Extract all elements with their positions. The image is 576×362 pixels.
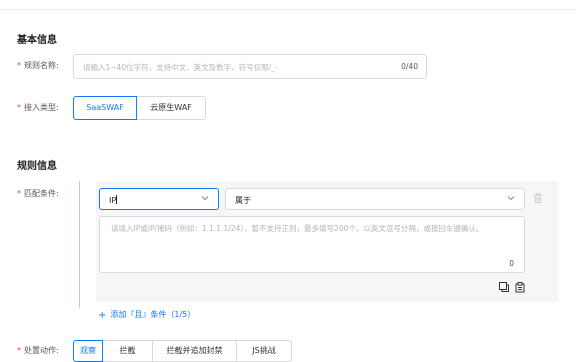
action-js-challenge-button[interactable]: JS挑战	[236, 340, 292, 362]
ip-list-placeholder: 请填入IP或IP/掩码（例如：1.1.1.1/24），暂不支持正则，最多填写20…	[111, 224, 484, 233]
chevron-down-icon	[507, 196, 515, 201]
section-title-rule-info: 规则信息	[17, 161, 57, 172]
match-condition-label-text: 匹配条件:	[24, 189, 59, 198]
required-mark: *	[17, 61, 21, 70]
match-field-value: IP	[109, 196, 117, 205]
section-title-basic-info: 基本信息	[17, 35, 57, 46]
chevron-down-icon	[201, 196, 209, 201]
text-cursor	[116, 195, 118, 204]
access-type-saaswaf-button[interactable]: SaaSWAF	[73, 96, 137, 120]
add-condition-text: 添加『且』条件（1/5）	[110, 310, 196, 319]
match-operator-select[interactable]: 属于	[225, 188, 525, 210]
required-mark: *	[17, 346, 21, 355]
copy-icon[interactable]	[498, 281, 510, 293]
ip-list-textarea[interactable]: 请填入IP或IP/掩码（例如：1.1.1.1/24），暂不支持正则，最多填写20…	[99, 216, 525, 273]
trash-icon[interactable]	[532, 192, 544, 204]
required-mark: *	[17, 103, 21, 112]
access-type-label: * 接入类型:	[17, 102, 59, 113]
rule-name-placeholder: 请输入1~40位字符，支持中文、英文及数字，符号仅限/_-	[83, 63, 278, 72]
rule-name-input[interactable]: 请输入1~40位字符，支持中文、英文及数字，符号仅限/_- 0/40	[73, 54, 427, 79]
plus-icon: +	[98, 310, 107, 321]
paste-icon[interactable]	[514, 281, 526, 293]
action-observe-button[interactable]: 观察	[73, 340, 103, 362]
required-mark: *	[17, 189, 21, 198]
access-type-label-text: 接入类型:	[24, 103, 59, 112]
top-divider	[0, 9, 576, 10]
rule-name-counter: 0/40	[401, 62, 418, 71]
action-block-button[interactable]: 拦截	[102, 340, 153, 362]
rule-name-label: * 规则名称:	[17, 60, 59, 71]
match-field-select[interactable]: IP	[99, 188, 219, 210]
action-label: * 处置动作:	[17, 345, 59, 356]
add-and-condition-link[interactable]: + 添加『且』条件（1/5）	[98, 309, 195, 321]
match-operator-value: 属于	[235, 196, 251, 205]
access-type-cloudnative-waf-button[interactable]: 云原生WAF	[136, 96, 206, 120]
ip-list-counter: 0	[509, 259, 514, 268]
condition-group-bar	[79, 181, 80, 308]
action-block-and-ban-button[interactable]: 拦截并追加封禁	[152, 340, 237, 362]
rule-name-label-text: 规则名称:	[24, 61, 59, 70]
match-condition-label: * 匹配条件:	[17, 188, 59, 199]
action-label-text: 处置动作:	[24, 346, 59, 355]
